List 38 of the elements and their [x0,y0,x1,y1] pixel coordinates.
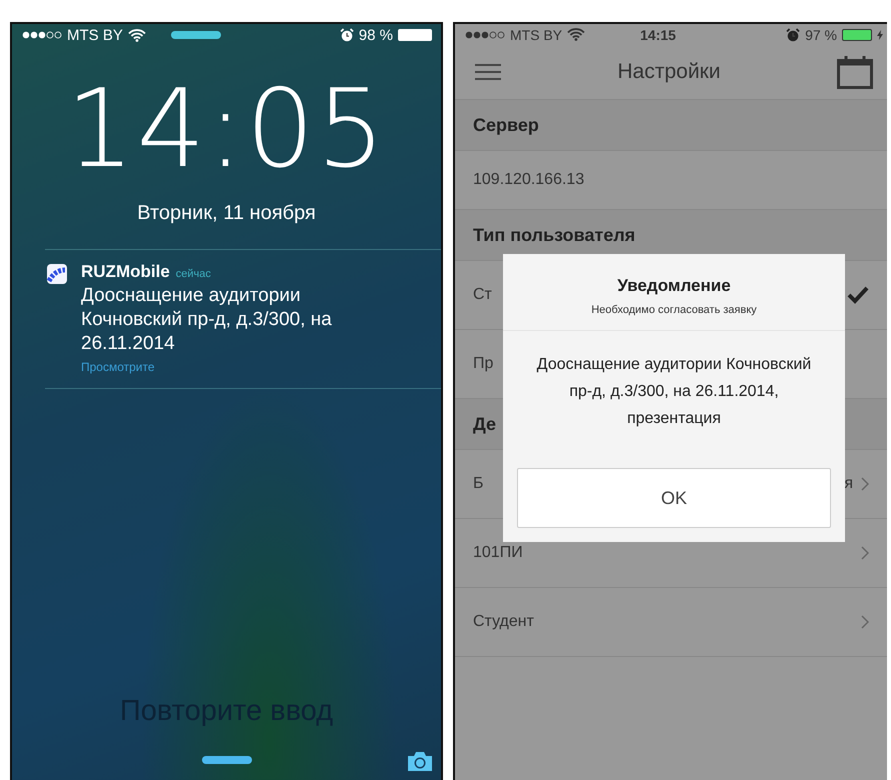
app-icon [47,264,67,284]
screen-title: Настройки [616,60,722,84]
list-item-label[interactable]: 101ПИ [473,544,861,562]
ok-button[interactable]: OK [517,468,831,528]
calendar-icon[interactable] [837,55,873,89]
section-header: Сервер [455,100,887,151]
notification-message: Дооснащение аудитории Кочновский пр-д, д.3/300, на 26.11.2014 [81,284,333,356]
wifi-icon [567,28,586,41]
camera-icon[interactable] [407,750,433,772]
carrier-name: MTS BY [510,26,562,42]
battery-icon [398,29,432,41]
pull-down-handle[interactable] [170,31,221,39]
chevron-icon [861,546,869,560]
signal-icon [22,31,62,39]
battery-percent: 97 % [805,26,837,42]
status-time: 14:15 [640,26,676,42]
list-item-value: я [844,475,853,493]
battery-percent: 98 % [358,26,393,44]
menu-icon[interactable] [475,64,501,80]
battery-icon [842,28,872,40]
signal-icon [465,30,505,38]
alarm-clock-icon [340,28,354,42]
server-address: 109.120.166.13 [473,171,586,189]
dialog-subtitle: Необходимо согласовать заявку [591,304,757,316]
chevron-icon [861,477,869,491]
alarm-clock-icon [786,28,800,42]
notification-time: сейчас [176,268,211,280]
wifi-icon [128,28,146,42]
notification-action[interactable]: Просмотрите [81,360,401,374]
date-label: Вторник, 11 ноября [136,202,317,225]
charging-icon [877,30,883,40]
carrier-name: MTS BY [67,26,123,44]
control-center-handle[interactable] [202,756,252,764]
clock-time: 14:05 [64,76,388,184]
dialog-title: Уведомление [617,276,731,296]
notification-app-name: RUZMobile [81,262,170,282]
list-item-label[interactable]: Студент [473,613,861,631]
chevron-icon [861,615,869,629]
